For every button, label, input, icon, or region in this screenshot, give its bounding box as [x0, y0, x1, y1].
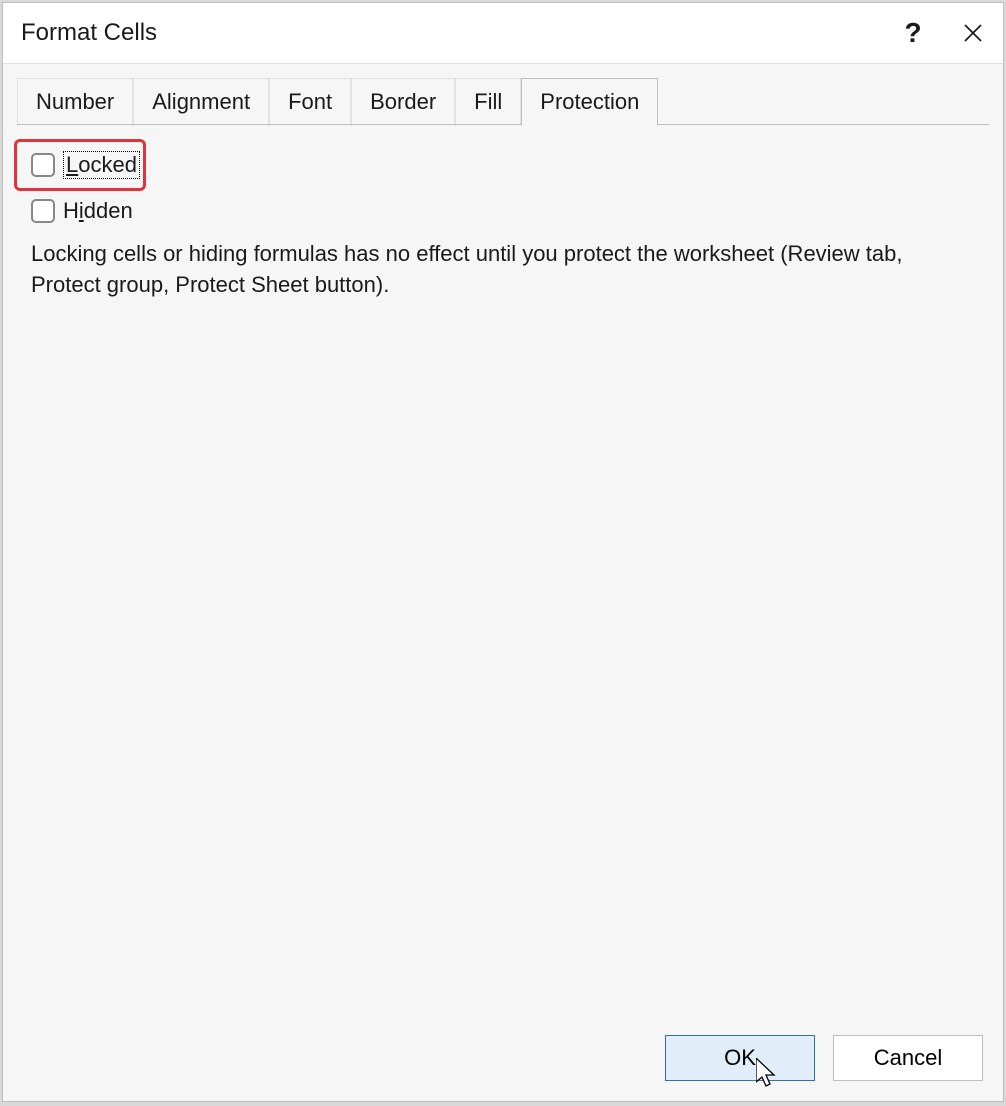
ok-button[interactable]: OK	[665, 1035, 815, 1081]
locked-label: Locked	[63, 151, 140, 179]
tab-font[interactable]: Font	[269, 78, 351, 126]
dialog-title: Format Cells	[21, 19, 157, 47]
locked-checkbox[interactable]	[31, 153, 55, 177]
tab-strip: Number Alignment Font Border Fill Protec…	[17, 78, 658, 126]
hidden-checkbox[interactable]	[31, 199, 55, 223]
close-button[interactable]	[943, 3, 1003, 63]
hidden-label: Hidden	[63, 198, 133, 224]
cancel-button[interactable]: Cancel	[833, 1035, 983, 1081]
tab-fill[interactable]: Fill	[455, 78, 521, 126]
locked-checkbox-row[interactable]: Locked	[31, 145, 975, 185]
cursor-icon	[756, 1058, 780, 1090]
tab-number[interactable]: Number	[17, 78, 133, 126]
tab-alignment[interactable]: Alignment	[133, 78, 269, 126]
help-button[interactable]: ?	[883, 3, 943, 63]
protection-panel: Locked Hidden Locking cells or hiding fo…	[17, 124, 989, 1016]
dialog-body: Number Alignment Font Border Fill Protec…	[3, 63, 1003, 1101]
titlebar: Format Cells ?	[3, 3, 1003, 63]
protection-help-text: Locking cells or hiding formulas has no …	[31, 239, 975, 301]
hidden-checkbox-row[interactable]: Hidden	[31, 191, 975, 231]
tab-border[interactable]: Border	[351, 78, 455, 126]
tab-protection[interactable]: Protection	[521, 78, 658, 126]
dialog-buttons: OK Cancel	[665, 1035, 983, 1081]
format-cells-dialog: Format Cells ? Number Alignment Font Bor…	[2, 2, 1004, 1102]
close-icon	[963, 23, 983, 43]
